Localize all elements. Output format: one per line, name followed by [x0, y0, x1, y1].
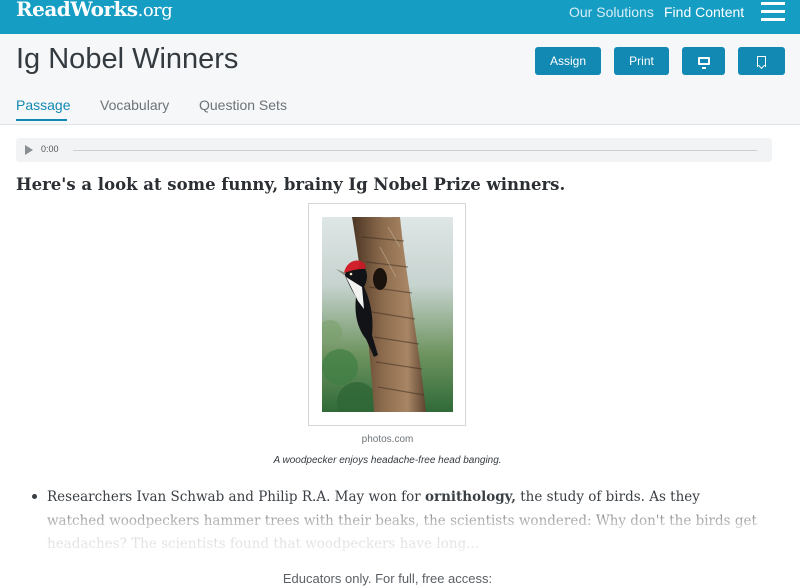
list-bullet [32, 494, 37, 499]
bookmark-icon [757, 55, 766, 67]
audio-player: 0:00 [16, 138, 772, 162]
logo-text: ReadWorks [16, 0, 138, 21]
top-nav-bar: ReadWorks.org Our Solutions Find Content [0, 0, 800, 34]
hamburger-menu-icon[interactable] [761, 2, 785, 22]
image-caption: A woodpecker enjoys headache-free head b… [273, 455, 502, 466]
lesson-header: Ig Nobel Winners Assign Print Passage Vo… [0, 34, 800, 125]
bookmark-button[interactable] [738, 47, 785, 75]
tab-question-sets[interactable]: Question Sets [199, 97, 287, 113]
monitor-icon [697, 57, 710, 69]
tab-vocabulary[interactable]: Vocabulary [100, 97, 169, 113]
assign-button[interactable]: Assign [535, 47, 601, 75]
nav-our-solutions[interactable]: Our Solutions [569, 4, 654, 20]
present-button[interactable] [682, 47, 725, 75]
audio-progress-track[interactable] [73, 150, 757, 151]
readworks-logo[interactable]: ReadWorks.org [16, 0, 173, 21]
nav-find-content[interactable]: Find Content [664, 4, 744, 20]
audio-time: 0:00 [41, 144, 59, 154]
access-notice: Educators only. For full, free access: [282, 571, 493, 586]
woodpecker-photo [322, 217, 453, 412]
article-headline: Here's a look at some funny, brainy Ig N… [16, 175, 566, 194]
page-title: Ig Nobel Winners [16, 43, 239, 75]
image-credit: photos.com [361, 434, 414, 445]
logo-tld: .org [137, 0, 173, 21]
tab-passage[interactable]: Passage [16, 97, 70, 121]
content-fade-overlay [0, 500, 800, 560]
print-button[interactable]: Print [614, 47, 669, 75]
play-icon[interactable] [25, 145, 33, 155]
article-image-frame [308, 203, 466, 426]
